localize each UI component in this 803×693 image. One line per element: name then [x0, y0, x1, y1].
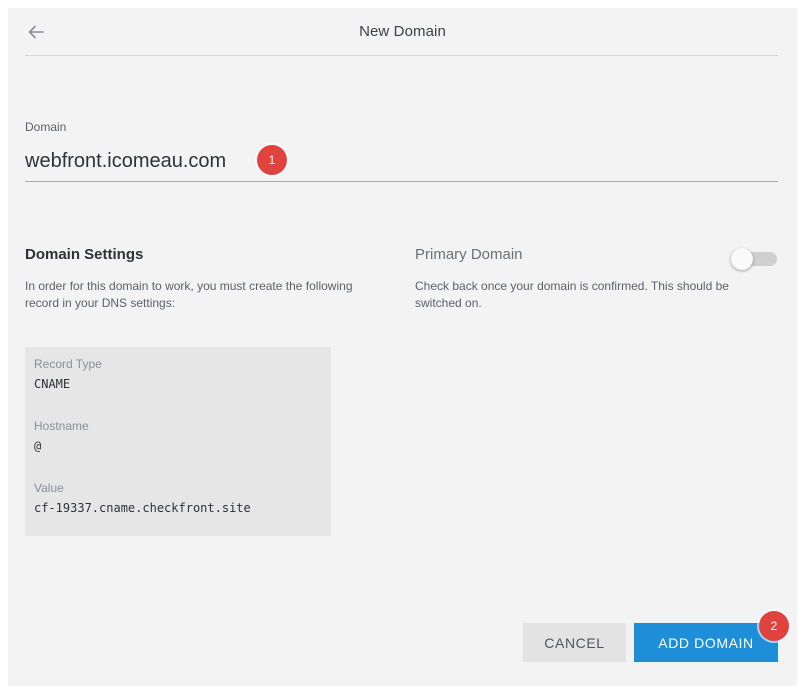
hostname-label: Hostname: [34, 419, 89, 433]
record-value-label: Value: [34, 481, 64, 495]
domain-label: Domain: [25, 120, 67, 134]
annotation-badge-1: 1: [257, 145, 287, 175]
domain-settings-title: Domain Settings: [25, 246, 144, 263]
header-divider: [25, 55, 778, 56]
domain-input[interactable]: [25, 142, 778, 182]
domain-settings-description: In order for this domain to work, you mu…: [25, 279, 353, 310]
cancel-button[interactable]: CANCEL: [523, 623, 626, 662]
hostname-value: @: [34, 439, 42, 453]
record-value-value: cf-19337.cname.checkfront.site: [34, 501, 251, 515]
annotation-badge-2: 2: [759, 611, 789, 641]
primary-domain-toggle[interactable]: [731, 248, 777, 270]
new-domain-dialog: New Domain Domain 1 Domain Settings In o…: [8, 8, 797, 686]
page-title: New Domain: [359, 23, 446, 40]
record-type-value: CNAME: [34, 377, 71, 391]
primary-domain-title: Primary Domain: [415, 246, 523, 263]
dns-record-box: Record Type CNAME Hostname @ Value cf-19…: [25, 347, 331, 536]
primary-domain-description: Check back once your domain is confirmed…: [415, 279, 729, 310]
record-type-label: Record Type: [34, 357, 102, 371]
add-domain-button[interactable]: ADD DOMAIN: [634, 623, 778, 662]
toggle-knob: [731, 248, 753, 270]
